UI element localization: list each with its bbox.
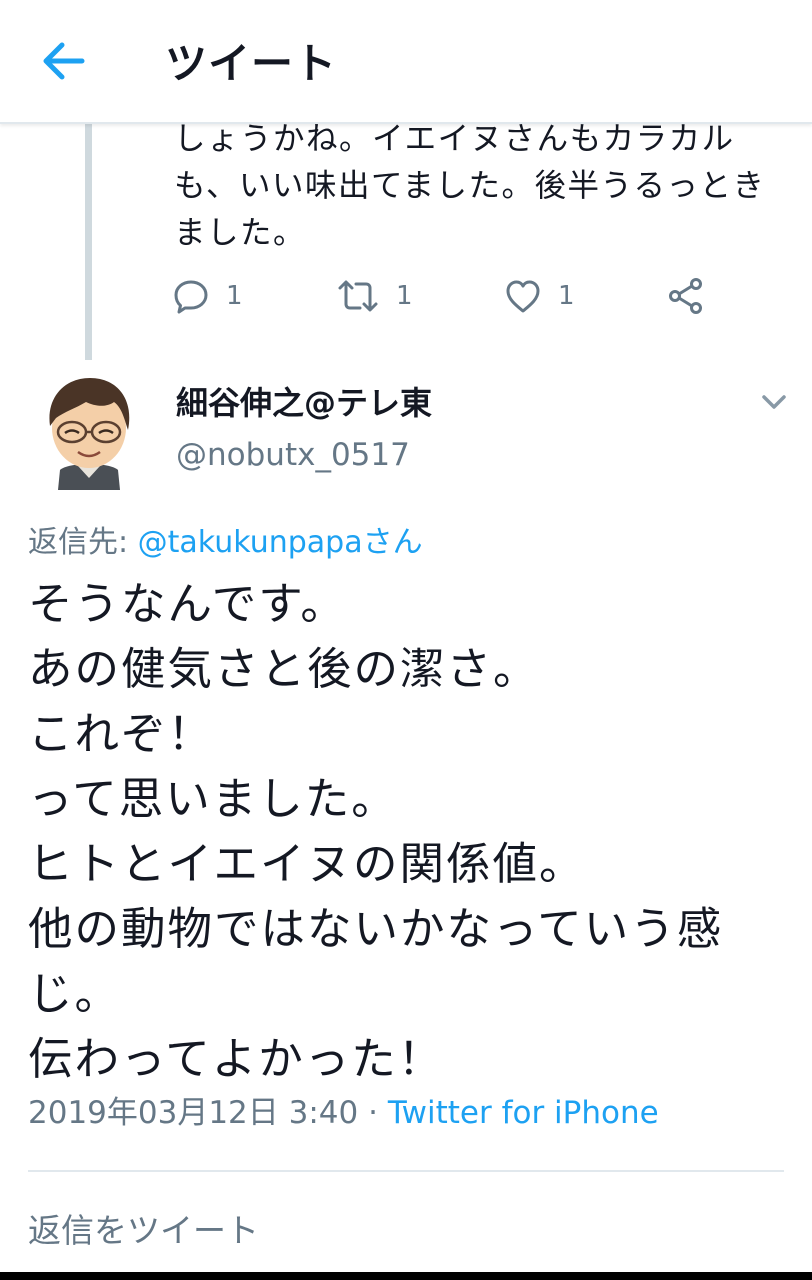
tweet-line: これぞ！ (28, 709, 215, 760)
tweet-line: って思いました。 (28, 774, 398, 825)
tweet-line: あの健気さと後の潔さ。 (28, 644, 540, 695)
heart-icon (506, 280, 540, 313)
reply-to-line: 返信先: @takukunpapaさん (28, 517, 423, 561)
tweet-meta: 2019年03月12日 3:40 · Twitter for iPhone (28, 1087, 659, 1132)
author-name[interactable]: 細谷伸之@テレ東 (176, 378, 432, 424)
divider (28, 1170, 784, 1172)
tweet-line: 他の動物ではないかなっていう感 (28, 904, 724, 955)
arrow-left-icon (43, 42, 85, 80)
reply-count: 1 (226, 281, 243, 311)
reply-to-prefix: 返信先: (28, 525, 138, 560)
reply-icon (174, 280, 208, 314)
tweet-body: そうなんです。 あの健気さと後の潔さ。 これぞ！ って思いました。 ヒトとイエイ… (28, 572, 798, 1092)
chevron-down-icon (762, 395, 786, 409)
page-title: ツイート (165, 39, 338, 88)
tweet-line: じ。 (28, 969, 122, 1020)
avatar[interactable] (38, 372, 140, 490)
tweet-timestamp: 2019年03月12日 3:40 (28, 1095, 359, 1131)
retweet-count: 1 (396, 281, 413, 311)
top-app-bar: ツイート (0, 0, 812, 124)
share-action[interactable] (666, 270, 706, 322)
tweet-source-link[interactable]: Twitter for iPhone (388, 1095, 659, 1131)
share-icon (669, 278, 702, 314)
avatar-illustration (49, 378, 130, 490)
reply-action[interactable]: 1 (172, 270, 243, 322)
thread-connector-line (85, 122, 92, 360)
reply-tweet-input[interactable]: 返信をツイート (28, 1204, 259, 1252)
retweet-icon (338, 280, 378, 312)
bottom-edge-bar (0, 1272, 812, 1280)
like-action[interactable]: 1 (504, 270, 575, 322)
tweet-menu-button[interactable] (758, 388, 790, 416)
reply-to-user-link[interactable]: @takukunpapaさん (138, 525, 423, 560)
tweet-line: 伝わってよかった！ (28, 1034, 445, 1085)
like-count: 1 (558, 281, 575, 311)
previous-tweet-text: しょうかね。イエイヌさんもカラカル も、いい味出てました。後半うるっとき ました… (174, 116, 794, 257)
meta-separator: · (358, 1095, 388, 1131)
retweet-action[interactable]: 1 (336, 270, 413, 322)
tweet-line: そうなんです。 (28, 579, 347, 630)
author-handle[interactable]: @nobutx_0517 (176, 437, 410, 473)
tweet-line: ヒトとイエイヌの関係値。 (28, 839, 586, 890)
back-button[interactable] (36, 36, 90, 86)
previous-tweet-line: ました。 (174, 215, 307, 251)
previous-tweet-line: も、いい味出てました。後半うるっとき (174, 168, 766, 204)
